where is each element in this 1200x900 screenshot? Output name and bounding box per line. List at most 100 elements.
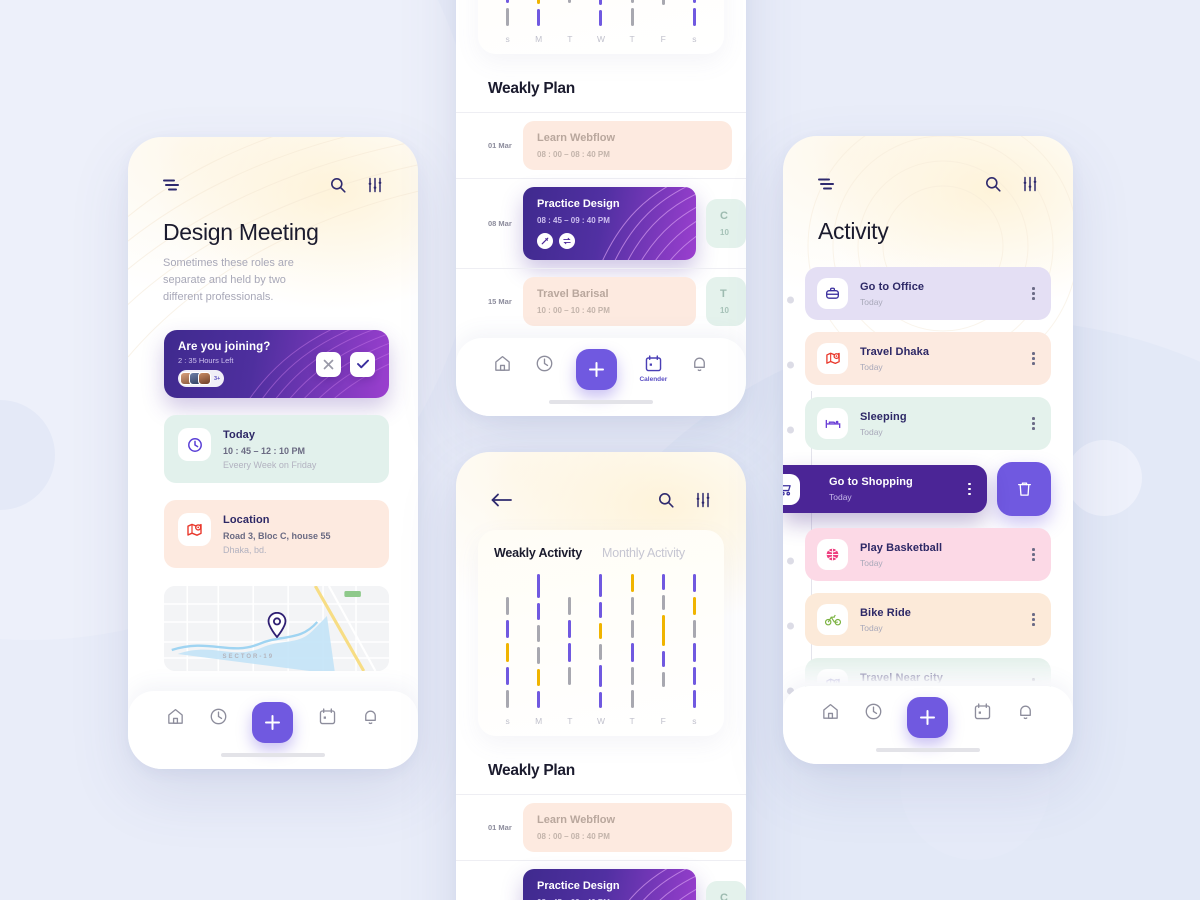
chart-tick [568,597,572,616]
plan-card-peek[interactable]: C 10 [706,881,746,900]
activity-title: Travel Dhaka [860,345,930,358]
repeat-icon[interactable] [559,233,575,249]
chart-x-label: W [596,716,605,726]
menu-icon[interactable] [163,179,181,192]
timeline-dot [787,296,794,303]
location-map[interactable]: SECTOR-19 [164,586,389,672]
chart-tick [692,643,696,662]
chart-x-label: F [660,716,666,726]
chart-column [568,0,572,26]
nav-clock[interactable] [209,707,228,726]
chart-tick [599,644,603,661]
chart-tick [599,0,603,5]
plan-row[interactable]: 01 Mar Learn Webflow 08 : 00 – 08 : 40 P… [456,112,746,178]
sliders-icon[interactable] [367,177,383,193]
sliders-icon[interactable] [1022,176,1038,192]
plan-row[interactable]: 08 Mar Practice Design 08 : 45 – 09 : 40… [456,860,746,900]
chart-tick [537,647,541,665]
info-card-line2: Dhaka, bd. [223,545,267,556]
plan-row[interactable]: 01 Mar Learn Webflow 08 : 00 – 08 : 40 P… [456,794,746,860]
plan-card[interactable]: Learn Webflow 08 : 00 – 08 : 40 PM [523,121,732,170]
decline-button[interactable] [316,351,341,377]
nav-calendar-label: Calender [639,376,668,383]
activity-list: Go to Office Today Travel Dhaka Today Sl… [783,267,1073,723]
activity-card[interactable]: Sleeping Today [805,397,1051,450]
list-item-active[interactable]: Go to Shopping Today [783,462,1051,528]
chart-tick [599,574,603,597]
activity-card[interactable]: Go to Office Today [805,267,1051,320]
nav-bell[interactable] [1016,702,1035,721]
menu-icon[interactable] [818,178,836,191]
nav-clock[interactable] [864,702,883,721]
bed-icon [817,408,848,439]
plan-card-peek[interactable]: T 10 [706,277,746,326]
more-options-icon[interactable] [1032,417,1039,430]
plan-title: Travel Barisal [537,288,609,300]
pin-icon[interactable] [537,233,553,249]
activity-subtitle: Today [860,296,883,307]
nav-bell[interactable] [361,707,380,726]
plan-card[interactable]: Travel Barisal 10 : 00 – 10 : 40 PM [523,277,696,326]
chart-tick [662,10,665,26]
chart-tick [661,615,665,647]
nav-calendar[interactable] [318,707,337,726]
plan-card-peek[interactable]: C 10 [706,199,746,248]
info-card-location[interactable]: Location Road 3, Bloc C, house 55 Dhaka,… [164,500,389,569]
avatar-group[interactable]: 3+ [178,370,225,388]
chart-tick [692,573,696,593]
chart-tabs: Weakly Activity Monthly Activity [478,546,724,560]
tab-weakly-activity[interactable]: Weakly Activity [494,546,582,560]
activity-title: Travel Near city [860,671,943,684]
nav-add-button[interactable] [907,697,949,738]
nav-home[interactable] [493,354,512,373]
list-item[interactable]: Play Basketball Today [787,528,1051,593]
more-options-icon[interactable] [1032,548,1039,561]
chart-x-label: s [505,34,510,44]
info-card-today[interactable]: Today 10 : 45 – 12 : 10 PM Eveery Week o… [164,415,389,484]
chart-tick [506,620,510,639]
plan-time: 10 : 00 – 10 : 40 PM [537,306,610,315]
list-item[interactable]: Sleeping Today [787,397,1051,462]
activity-card[interactable]: Bike Ride Today [805,593,1051,646]
plan-card-active[interactable]: Practice Design 08 : 45 – 09 : 40 PM [523,187,696,260]
more-options-icon[interactable] [1032,613,1039,626]
nav-home[interactable] [166,707,185,726]
chart-tick [537,603,541,621]
more-options-icon[interactable] [1032,352,1039,365]
chart-x-label: s [692,716,697,726]
search-icon[interactable] [658,492,674,508]
plan-card[interactable]: Learn Webflow 08 : 00 – 08 : 40 PM [523,803,732,852]
nav-add-button[interactable] [576,349,618,390]
nav-bell[interactable] [690,354,709,373]
activity-card[interactable]: Travel Dhaka Today [805,332,1051,385]
join-invitation-card[interactable]: Are you joining? 2 : 35 Hours Left 3+ [164,330,389,399]
more-options-icon[interactable] [1032,287,1039,300]
plan-title: C [720,210,728,222]
plan-title: Practice Design [537,198,620,210]
arrow-left-icon[interactable] [491,493,513,507]
search-icon[interactable] [330,177,346,193]
chart-tick [630,666,634,685]
activity-card-active[interactable]: Go to Shopping Today [783,465,987,513]
chart-x-axis-labels: s M T W T Fs [478,708,724,726]
list-item[interactable]: Bike Ride Today [787,593,1051,658]
nav-calendar[interactable] [973,702,992,721]
chart-tick [661,651,665,667]
nav-calendar[interactable]: Calender [639,354,667,383]
plan-row[interactable]: 15 Mar Travel Barisal 10 : 00 – 10 : 40 … [456,268,746,334]
sliders-icon[interactable] [695,492,711,508]
nav-clock[interactable] [535,354,554,373]
search-icon[interactable] [985,176,1001,192]
accept-button[interactable] [350,351,375,377]
activity-card[interactable]: Play Basketball Today [805,528,1051,581]
nav-add-button[interactable] [252,702,294,743]
delete-button[interactable] [997,462,1051,516]
chart-tick [568,690,571,708]
list-item[interactable]: Go to Office Today [787,267,1051,332]
tab-monthly-activity[interactable]: Monthly Activity [602,546,685,560]
list-item[interactable]: Travel Dhaka Today [787,332,1051,397]
plan-row[interactable]: 08 Mar Practice Design 08 : 45 – 09 : 40… [456,178,746,268]
more-options-icon[interactable] [968,482,975,496]
nav-home[interactable] [821,702,840,721]
plan-card-active[interactable]: Practice Design 08 : 45 – 09 : 40 PM [523,869,696,900]
